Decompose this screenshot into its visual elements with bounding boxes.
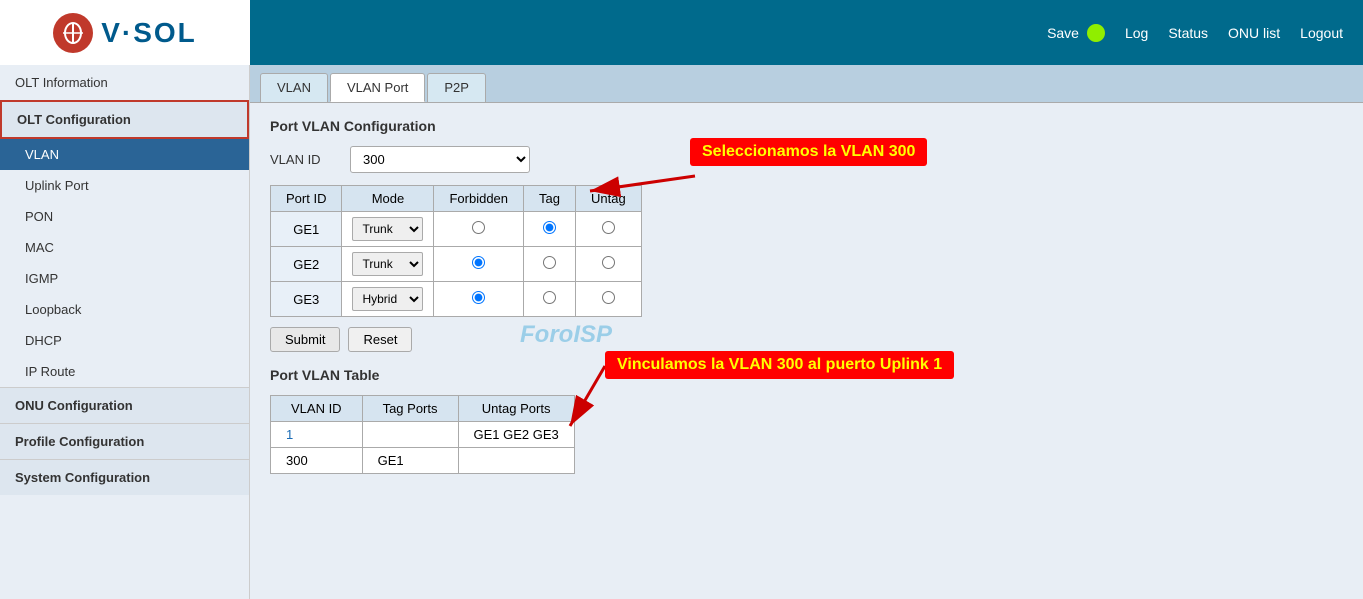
vlan-row2-untag xyxy=(458,448,574,474)
inner-content: Port VLAN Configuration Seleccionamos la… xyxy=(250,103,1363,489)
mode-ge2-cell: Trunk Access Hybrid xyxy=(342,247,434,282)
untag-ge3-radio[interactable] xyxy=(602,291,615,304)
port-vlan-table: Port ID Mode Forbidden Tag Untag GE1 xyxy=(270,185,642,317)
sidebar-section-olt-config[interactable]: OLT Configuration xyxy=(0,100,249,139)
tag-ge1-radio[interactable] xyxy=(543,221,556,234)
tag-ge3-radio[interactable] xyxy=(543,291,556,304)
sidebar-item-olt-info[interactable]: OLT Information xyxy=(0,65,249,100)
header-nav: Save Log Status ONU list Logout xyxy=(250,0,1363,65)
table-row: GE3 Hybrid Access Trunk xyxy=(271,282,642,317)
vlan-row2-id: 300 xyxy=(271,448,363,474)
header: V·SOL Save Log Status ONU list Logout xyxy=(0,0,1363,65)
vlan-col-tag: Tag Ports xyxy=(362,396,458,422)
vlan-id-select[interactable]: 300 1 xyxy=(350,146,530,173)
untag-ge2-cell xyxy=(575,247,641,282)
save-label: Save xyxy=(1047,25,1079,41)
annotation-area: Seleccionamos la VLAN 300 VLAN ID 300 xyxy=(270,146,1343,474)
col-mode: Mode xyxy=(342,186,434,212)
forbidden-ge1-cell xyxy=(434,212,524,247)
forbidden-ge2-radio[interactable] xyxy=(472,256,485,269)
submit-button[interactable]: Submit xyxy=(270,327,340,352)
save-area: Save xyxy=(1047,24,1105,42)
vlan-id-label: VLAN ID xyxy=(270,152,340,167)
port-ge3: GE3 xyxy=(271,282,342,317)
sidebar-section-system-config[interactable]: System Configuration xyxy=(0,459,249,495)
sidebar-sub-ip-route[interactable]: IP Route xyxy=(0,356,249,387)
tab-bar: VLAN VLAN Port P2P xyxy=(250,65,1363,103)
vlan-row1-untag: GE1 GE2 GE3 xyxy=(458,422,574,448)
annotation-2: Vinculamos la VLAN 300 al puerto Uplink … xyxy=(605,351,954,379)
mode-ge2-select[interactable]: Trunk Access Hybrid xyxy=(352,252,423,276)
col-untag: Untag xyxy=(575,186,641,212)
vlan-data-table: VLAN ID Tag Ports Untag Ports 1 GE1 GE2 … xyxy=(270,395,575,474)
sidebar: OLT Information OLT Configuration VLAN U… xyxy=(0,65,250,599)
sidebar-sub-dhcp[interactable]: DHCP xyxy=(0,325,249,356)
tab-p2p[interactable]: P2P xyxy=(427,73,486,102)
logo-area: V·SOL xyxy=(0,0,250,65)
log-link[interactable]: Log xyxy=(1125,25,1148,41)
forbidden-ge3-cell xyxy=(434,282,524,317)
table-row: GE1 Trunk Access Hybrid xyxy=(271,212,642,247)
untag-ge1-radio[interactable] xyxy=(602,221,615,234)
tab-vlan-port[interactable]: VLAN Port xyxy=(330,73,425,102)
sidebar-sub-vlan[interactable]: VLAN xyxy=(0,139,249,170)
tag-ge3-cell xyxy=(524,282,576,317)
sidebar-section-onu-config[interactable]: ONU Configuration xyxy=(0,387,249,423)
content-area: VLAN VLAN Port P2P Port VLAN Configurati… xyxy=(250,65,1363,599)
port-ge2: GE2 xyxy=(271,247,342,282)
vlan-table-section: Port VLAN Table VLAN ID Tag Ports Untag … xyxy=(270,367,1343,474)
mode-ge1-cell: Trunk Access Hybrid xyxy=(342,212,434,247)
forbidden-ge2-cell xyxy=(434,247,524,282)
untag-ge2-radio[interactable] xyxy=(602,256,615,269)
onu-list-link[interactable]: ONU list xyxy=(1228,25,1280,41)
status-link[interactable]: Status xyxy=(1168,25,1208,41)
sidebar-sub-mac[interactable]: MAC xyxy=(0,232,249,263)
vlan-col-id: VLAN ID xyxy=(271,396,363,422)
forbidden-ge1-radio[interactable] xyxy=(472,221,485,234)
sidebar-sub-pon[interactable]: PON xyxy=(0,201,249,232)
untag-ge3-cell xyxy=(575,282,641,317)
table-row: GE2 Trunk Access Hybrid xyxy=(271,247,642,282)
untag-ge1-cell xyxy=(575,212,641,247)
col-port-id: Port ID xyxy=(271,186,342,212)
tag-ge2-radio[interactable] xyxy=(543,256,556,269)
reset-button[interactable]: Reset xyxy=(348,327,412,352)
col-forbidden: Forbidden xyxy=(434,186,524,212)
logo: V·SOL xyxy=(53,13,197,53)
sidebar-sub-igmp[interactable]: IGMP xyxy=(0,263,249,294)
annotation-1: Seleccionamos la VLAN 300 xyxy=(690,138,927,166)
logout-link[interactable]: Logout xyxy=(1300,25,1343,41)
logo-text: V·SOL xyxy=(101,17,197,49)
sidebar-sub-loopback[interactable]: Loopback xyxy=(0,294,249,325)
mode-ge3-select[interactable]: Hybrid Access Trunk xyxy=(352,287,423,311)
port-vlan-config-title: Port VLAN Configuration xyxy=(270,118,1343,134)
vlan-row1-tag xyxy=(362,422,458,448)
tag-ge1-cell xyxy=(524,212,576,247)
vlan-row1-id: 1 xyxy=(271,422,363,448)
port-ge1: GE1 xyxy=(271,212,342,247)
btn-row: Submit Reset xyxy=(270,327,1343,352)
logo-icon xyxy=(53,13,93,53)
main-layout: OLT Information OLT Configuration VLAN U… xyxy=(0,65,1363,599)
status-indicator xyxy=(1087,24,1105,42)
col-tag: Tag xyxy=(524,186,576,212)
sidebar-section-profile-config[interactable]: Profile Configuration xyxy=(0,423,249,459)
mode-ge1-select[interactable]: Trunk Access Hybrid xyxy=(352,217,423,241)
tag-ge2-cell xyxy=(524,247,576,282)
vlan-table-row: 300 GE1 xyxy=(271,448,575,474)
forbidden-ge3-radio[interactable] xyxy=(472,291,485,304)
vlan-table-row: 1 GE1 GE2 GE3 xyxy=(271,422,575,448)
sidebar-sub-uplink-port[interactable]: Uplink Port xyxy=(0,170,249,201)
tab-vlan[interactable]: VLAN xyxy=(260,73,328,102)
mode-ge3-cell: Hybrid Access Trunk xyxy=(342,282,434,317)
vlan-row2-tag: GE1 xyxy=(362,448,458,474)
vlan-col-untag: Untag Ports xyxy=(458,396,574,422)
